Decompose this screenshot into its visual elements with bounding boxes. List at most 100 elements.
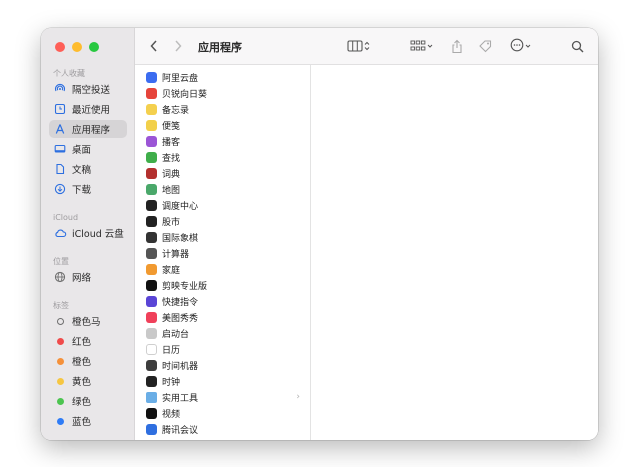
app-icon (146, 167, 157, 179)
file-list-item[interactable]: 贝锐向日葵 (135, 85, 310, 101)
sidebar-item-downloads[interactable]: 下载 (49, 180, 127, 198)
file-list-item[interactable]: 调度中心 (135, 197, 310, 213)
file-list-item[interactable]: 剪映专业版 (135, 277, 310, 293)
tag-color-dot-icon (53, 354, 67, 368)
file-list-item[interactable]: 快捷指令 (135, 293, 310, 309)
grid-group-icon (410, 37, 426, 56)
applications-column[interactable]: 阿里云盘 贝锐向日葵备忘录便笺 播客查找 词典地图调度中心 股市 国际象棋计算器家庭剪映专… (135, 65, 311, 440)
app-icon (146, 151, 157, 163)
file-name: 备忘录 (162, 105, 190, 116)
app-icon (146, 423, 157, 435)
locations-header: 位置 (53, 257, 69, 266)
search-icon[interactable] (569, 38, 585, 54)
download-icon (53, 182, 67, 196)
icloud-header: iCloud (53, 213, 79, 222)
sidebar-item-applications[interactable]: 应用程序 (49, 120, 127, 138)
file-name: 便笺 (162, 121, 181, 132)
column-view-icon (347, 37, 363, 56)
file-name: 地图 (162, 185, 181, 196)
file-list-item[interactable]: 备忘录 (135, 101, 310, 117)
file-list-item[interactable]: 便笺 (135, 117, 310, 133)
app-icon (146, 327, 157, 339)
file-list-item[interactable]: 实用工具 › (135, 389, 310, 405)
file-list-item[interactable]: 查找 (135, 149, 310, 165)
app-icon (146, 119, 157, 131)
file-name: 计算器 (162, 249, 190, 260)
sidebar-item-label: 应用程序 (72, 125, 111, 136)
file-name: 调度中心 (162, 201, 199, 212)
toolbar: 应用程序 (135, 28, 598, 65)
sidebar-item-label: 黄色 (72, 377, 92, 388)
app-icon (146, 343, 157, 355)
sidebar-item-label: 绿色 (72, 397, 92, 408)
tag-color-dot-icon (53, 394, 67, 408)
sidebar-tag-item[interactable]: 蓝色 (49, 412, 127, 430)
file-name: 家庭 (162, 265, 181, 276)
file-list-item[interactable]: 地图 (135, 181, 310, 197)
app-icon (146, 311, 157, 323)
sidebar-tag-item[interactable]: 黄色 (49, 372, 127, 390)
sidebar-tag-item[interactable]: 绿色 (49, 392, 127, 410)
sidebar-item-icloud-drive[interactable]: iCloud 云盘 (49, 224, 127, 242)
folder-icon (146, 391, 157, 403)
chevron-left-icon[interactable] (147, 38, 161, 54)
file-list-item[interactable]: 时间机器 (135, 357, 310, 373)
file-list-item[interactable]: 启动台 (135, 325, 310, 341)
sidebar-item-documents[interactable]: 文稿 (49, 160, 127, 178)
empty-column[interactable] (311, 65, 598, 440)
tags-header: 标签 (53, 301, 69, 310)
sidebar-item-label: 文稿 (72, 165, 92, 176)
file-name: 剪映专业版 (162, 281, 208, 292)
file-list-item[interactable]: 阿里云盘 (135, 69, 310, 85)
file-list-item[interactable]: 计算器 (135, 245, 310, 261)
app-icon (146, 231, 157, 243)
minimize-button[interactable] (72, 42, 82, 52)
sidebar-item-airdrop[interactable]: 隔空投送 (49, 80, 127, 98)
sidebar-item-label: 隔空投送 (72, 85, 111, 96)
file-list-item[interactable]: 播客 (135, 133, 310, 149)
file-list-item[interactable]: 时钟 (135, 373, 310, 389)
file-list-item[interactable]: 视频 (135, 405, 310, 421)
airdrop-icon (53, 82, 67, 96)
app-icon (146, 263, 157, 275)
group-button[interactable] (407, 38, 437, 54)
finder-window: 个人收藏 隔空投送 最近使用 应用程序 桌面 文稿 下载 iCloud iClo… (41, 28, 598, 440)
sidebar-item-label: 桌面 (72, 145, 92, 156)
file-name: 腾讯会议 (162, 425, 199, 436)
file-name: 查找 (162, 153, 181, 164)
share-icon[interactable] (449, 37, 465, 55)
sidebar-item-label: 蓝色 (72, 417, 92, 428)
file-list-item[interactable]: 腾讯会议 (135, 421, 310, 437)
file-list-item[interactable]: 美图秀秀 (135, 309, 310, 325)
file-list-item[interactable]: 词典 (135, 165, 310, 181)
view-options-button[interactable] (343, 38, 375, 54)
app-icon (146, 279, 157, 291)
tag-color-dot-icon (53, 414, 67, 428)
app-icon (146, 247, 157, 259)
sidebar-item-network[interactable]: 网络 (49, 268, 127, 286)
sidebar-tag-item[interactable]: 橙色马 (49, 312, 127, 330)
sidebar-tag-item[interactable]: 橙色 (49, 352, 127, 370)
chevron-right-icon[interactable] (171, 38, 185, 54)
zoom-button[interactable] (89, 42, 99, 52)
file-list-item[interactable]: 国际象棋 (135, 229, 310, 245)
file-list-item[interactable]: 家庭 (135, 261, 310, 277)
favorites-header: 个人收藏 (53, 69, 85, 78)
network-globe-icon (53, 270, 67, 284)
chevron-down-icon (426, 37, 434, 56)
file-list-item[interactable]: 股市 (135, 213, 310, 229)
file-name: 时间机器 (162, 361, 199, 372)
close-button[interactable] (55, 42, 65, 52)
file-name: 启动台 (162, 329, 190, 340)
app-icon (146, 407, 157, 419)
app-icon (146, 183, 157, 195)
sidebar-item-label: 网络 (72, 273, 92, 284)
file-list-item[interactable]: 日历 (135, 341, 310, 357)
sidebar-item-recents[interactable]: 最近使用 (49, 100, 127, 118)
sidebar-tag-item[interactable]: 红色 (49, 332, 127, 350)
tag-color-dot-icon (53, 374, 67, 388)
tag-icon[interactable] (476, 38, 494, 54)
more-actions-button[interactable] (507, 38, 535, 54)
sidebar-item-desktop[interactable]: 桌面 (49, 140, 127, 158)
tag-hollow-dot-icon (53, 314, 67, 328)
